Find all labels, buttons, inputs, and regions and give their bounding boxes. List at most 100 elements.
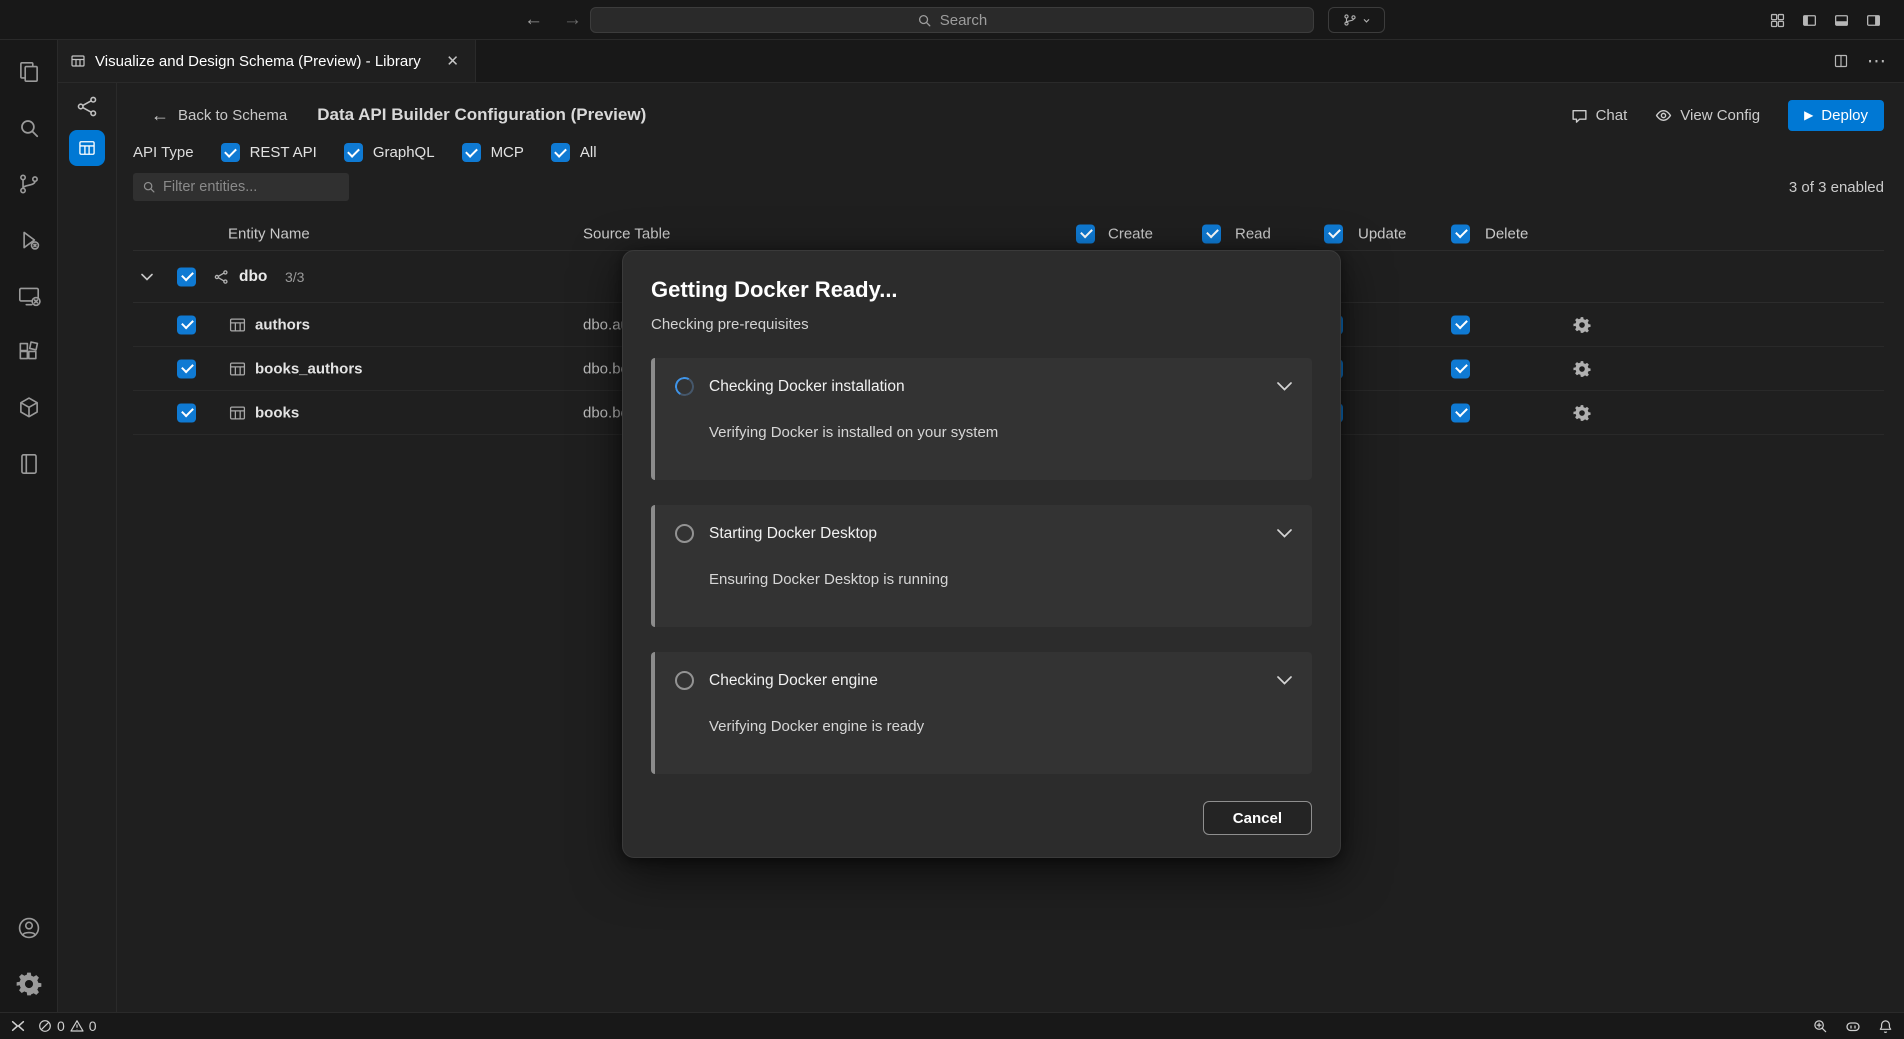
table-header-row: Entity Name Source Table Create Read Upd… xyxy=(133,217,1884,251)
split-editor-icon[interactable] xyxy=(1833,53,1849,69)
step-header[interactable]: Starting Docker Desktop xyxy=(675,524,1292,543)
mcp-checkbox[interactable] xyxy=(462,143,481,162)
step-docker-desktop: Starting Docker Desktop Ensuring Docker … xyxy=(651,505,1312,627)
filter-graphql[interactable]: GraphQL xyxy=(344,143,435,162)
chevron-down-icon[interactable] xyxy=(1277,676,1292,685)
filter-search-icon xyxy=(142,180,156,194)
session-dropdown-button[interactable] xyxy=(1328,7,1385,33)
docker-ready-dialog: Getting Docker Ready... Checking pre-req… xyxy=(622,250,1341,858)
deploy-label: Deploy xyxy=(1821,107,1868,124)
zoom-icon[interactable] xyxy=(1813,1019,1828,1034)
graphql-label: GraphQL xyxy=(373,144,435,161)
view-config-label: View Config xyxy=(1680,107,1760,124)
pending-circle-icon xyxy=(675,671,694,690)
remote-window-icon[interactable] xyxy=(5,268,53,324)
schema-designer-icon[interactable] xyxy=(75,94,100,119)
warning-triangle-icon xyxy=(70,1019,84,1033)
toggle-panel-icon[interactable] xyxy=(1833,12,1850,29)
group-checkbox[interactable] xyxy=(177,267,196,286)
problems-indicator[interactable]: 0 0 xyxy=(38,1018,97,1034)
dab-config-icon[interactable] xyxy=(69,130,105,166)
nav-back-icon[interactable]: ← xyxy=(524,9,543,31)
chevron-down-icon[interactable] xyxy=(1277,382,1292,391)
account-icon[interactable] xyxy=(5,900,53,956)
view-config-button[interactable]: View Config xyxy=(1655,107,1760,124)
table-icon xyxy=(229,404,246,421)
page-title: Data API Builder Configuration (Preview) xyxy=(317,105,646,125)
filter-all[interactable]: All xyxy=(551,143,597,162)
chat-label: Chat xyxy=(1596,107,1628,124)
entity-name: books_authors xyxy=(255,360,363,377)
table-icon xyxy=(229,316,246,333)
remote-indicator-icon[interactable] xyxy=(11,1019,25,1033)
row-checkbox[interactable] xyxy=(177,403,196,422)
row-checkbox[interactable] xyxy=(177,315,196,334)
chevron-down-icon[interactable] xyxy=(1277,529,1292,538)
graphql-checkbox[interactable] xyxy=(344,143,363,162)
step-title: Starting Docker Desktop xyxy=(709,525,877,543)
database-projects-icon[interactable] xyxy=(5,436,53,492)
extensions-icon[interactable] xyxy=(5,324,53,380)
update-all-checkbox[interactable] xyxy=(1324,224,1343,243)
search-sidebar-icon[interactable] xyxy=(5,100,53,156)
table-icon xyxy=(229,360,246,377)
more-actions-icon[interactable]: ⋯ xyxy=(1867,52,1886,71)
run-debug-icon[interactable] xyxy=(5,212,53,268)
back-to-schema-link[interactable]: ← Back to Schema xyxy=(151,106,287,124)
delete-checkbox[interactable] xyxy=(1451,403,1470,422)
source-control-icon[interactable] xyxy=(5,156,53,212)
error-circle-slash-icon xyxy=(38,1019,52,1033)
entity-filter-field[interactable] xyxy=(133,173,349,201)
toggle-primary-sidebar-icon[interactable] xyxy=(1801,12,1818,29)
explorer-icon[interactable] xyxy=(5,44,53,100)
step-title: Checking Docker installation xyxy=(709,378,905,396)
step-header[interactable]: Checking Docker engine xyxy=(675,671,1292,690)
row-checkbox[interactable] xyxy=(177,359,196,378)
nav-forward-icon[interactable]: → xyxy=(563,9,582,31)
rest-api-label: REST API xyxy=(250,144,317,161)
row-settings-gear-icon[interactable] xyxy=(1573,404,1591,422)
rest-api-checkbox[interactable] xyxy=(221,143,240,162)
api-type-filter: API Type REST API GraphQL MCP xyxy=(133,143,1884,162)
col-read: Read xyxy=(1235,225,1271,242)
col-entity-name: Entity Name xyxy=(228,225,310,242)
col-create: Create xyxy=(1108,225,1153,242)
group-name: dbo xyxy=(239,268,267,286)
entity-name: books xyxy=(255,404,299,421)
group-chevron-down-icon[interactable] xyxy=(141,273,153,281)
all-checkbox[interactable] xyxy=(551,143,570,162)
delete-checkbox[interactable] xyxy=(1451,315,1470,334)
read-all-checkbox[interactable] xyxy=(1202,224,1221,243)
step-docker-engine: Checking Docker engine Verifying Docker … xyxy=(651,652,1312,774)
deploy-button[interactable]: ▶ Deploy xyxy=(1788,100,1884,131)
copilot-icon[interactable] xyxy=(1845,1018,1861,1034)
package-icon[interactable] xyxy=(5,380,53,436)
cancel-button[interactable]: Cancel xyxy=(1203,801,1312,835)
tab-close-icon[interactable]: ✕ xyxy=(442,50,463,72)
settings-gear-icon[interactable] xyxy=(5,956,53,1012)
filter-rest-api[interactable]: REST API xyxy=(221,143,317,162)
row-settings-gear-icon[interactable] xyxy=(1573,360,1591,378)
customize-layout-icon[interactable] xyxy=(1769,12,1786,29)
tab-visualize-design-schema[interactable]: Visualize and Design Schema (Preview) - … xyxy=(58,40,476,82)
entity-filter-input[interactable] xyxy=(163,179,340,195)
col-delete: Delete xyxy=(1485,225,1528,242)
create-all-checkbox[interactable] xyxy=(1076,224,1095,243)
filter-mcp[interactable]: MCP xyxy=(462,143,524,162)
step-header[interactable]: Checking Docker installation xyxy=(675,377,1292,396)
command-center-search[interactable]: Search xyxy=(590,7,1314,33)
notifications-bell-icon[interactable] xyxy=(1878,1019,1893,1034)
delete-checkbox[interactable] xyxy=(1451,359,1470,378)
search-icon xyxy=(917,13,932,28)
row-settings-gear-icon[interactable] xyxy=(1573,316,1591,334)
toggle-secondary-sidebar-icon[interactable] xyxy=(1865,12,1882,29)
col-source-table: Source Table xyxy=(583,225,670,242)
delete-all-checkbox[interactable] xyxy=(1451,224,1470,243)
back-arrow-icon: ← xyxy=(151,106,169,124)
api-type-label: API Type xyxy=(133,144,194,161)
dialog-subtitle: Checking pre-requisites xyxy=(651,316,1312,333)
col-update: Update xyxy=(1358,225,1406,242)
chat-button[interactable]: Chat xyxy=(1571,107,1628,124)
chevron-down-icon xyxy=(1362,16,1371,25)
webview-toolbar xyxy=(58,83,117,1012)
